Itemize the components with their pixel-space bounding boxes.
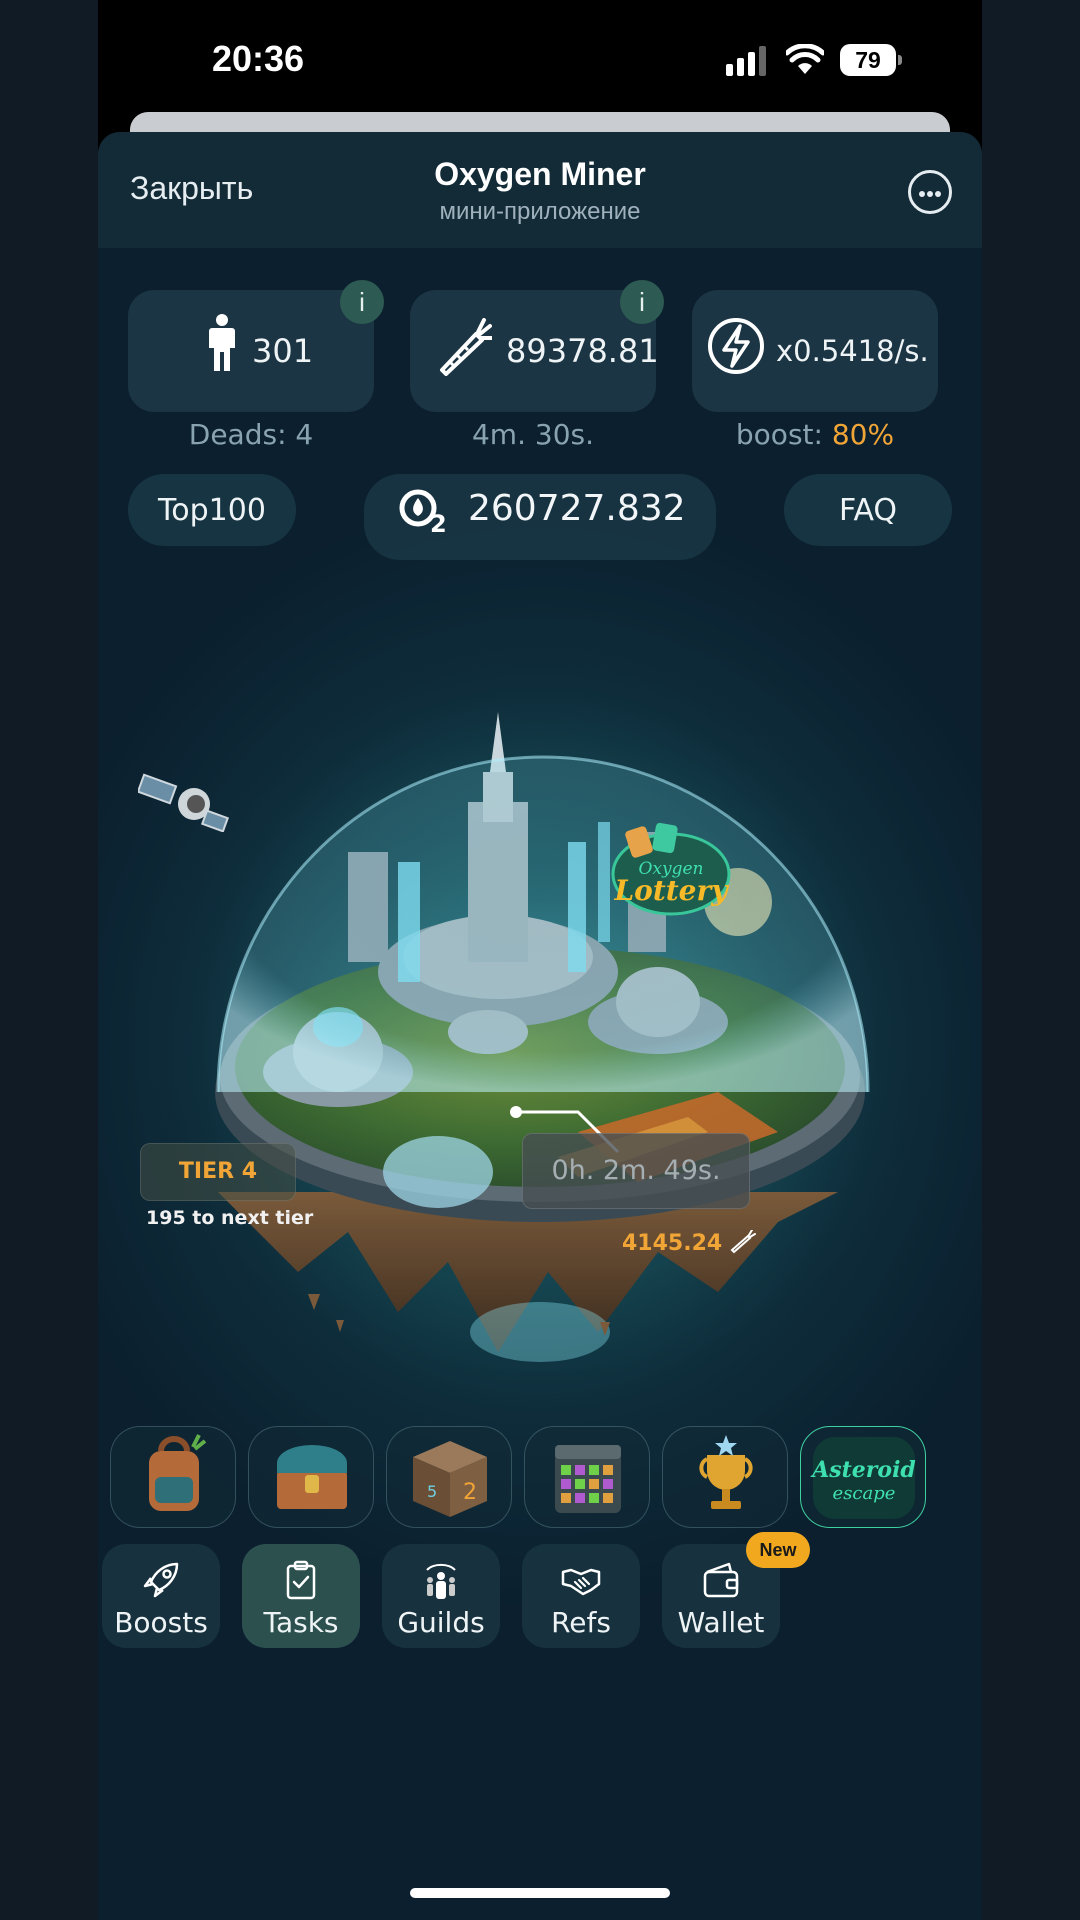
planet-scene[interactable] — [98, 572, 982, 1392]
svg-text:Lottery: Lottery — [613, 874, 729, 907]
feature-calendar-button[interactable] — [524, 1426, 650, 1528]
carrot-timer-caption: 4m. 30s. — [471, 418, 594, 451]
calendar-icon — [555, 1445, 621, 1513]
oxygen-balance-value: 260727.832 — [468, 488, 686, 529]
phone-screen: 20:36 79 Закрыть Oxygen Miner мини-прило… — [98, 0, 982, 1920]
next-tier-caption: 195 to next tier — [146, 1207, 314, 1229]
cellular-signal-icon — [726, 46, 766, 76]
carrots-value: 89378.81 — [506, 332, 659, 370]
trophy-icon — [699, 1435, 753, 1509]
battery-tip — [898, 55, 902, 65]
wifi-icon — [786, 44, 824, 74]
tier-label[interactable]: TIER 4 — [140, 1143, 296, 1201]
carrots-card[interactable]: 89378.81 i — [410, 280, 664, 412]
svg-text:2: 2 — [430, 510, 447, 536]
mini-app-header: Закрыть Oxygen Miner мини-приложение — [98, 132, 982, 248]
asteroid-escape-icon: Asteroid escape — [810, 1437, 916, 1519]
battery-level: 79 — [840, 44, 896, 76]
handshake-icon — [561, 1568, 601, 1596]
backpack-icon — [149, 1434, 207, 1511]
wallet-new-badge: New — [746, 1532, 810, 1568]
more-dot — [935, 191, 941, 197]
left-background — [0, 0, 98, 1920]
nav-boosts-label: Boosts — [114, 1606, 208, 1639]
harvest-reward-value: 4145.24 — [622, 1231, 723, 1256]
svg-text:escape: escape — [833, 1483, 896, 1504]
app-subtitle: мини-приложение — [439, 198, 641, 225]
status-bar: 20:36 79 — [98, 0, 982, 110]
status-time: 20:36 — [212, 38, 305, 79]
more-dot — [927, 191, 933, 197]
svg-text:Asteroid: Asteroid — [810, 1457, 916, 1483]
harvest-timer[interactable]: 0h. 2m. 49s. — [522, 1133, 750, 1209]
nav-tasks-button[interactable]: Tasks — [242, 1544, 360, 1648]
population-card[interactable]: 301 i — [128, 280, 384, 412]
feature-asteroid-escape-button[interactable]: Asteroid escape — [800, 1426, 926, 1528]
more-dot — [919, 191, 925, 197]
harvest-reward: 4145.24 — [622, 1229, 756, 1256]
nav-refs-button[interactable]: Refs — [522, 1544, 640, 1648]
faq-button[interactable]: FAQ — [784, 474, 952, 546]
nav-refs-label: Refs — [551, 1606, 611, 1639]
nav-guilds-button[interactable]: Guilds — [382, 1544, 500, 1648]
carrot-icon — [440, 318, 492, 376]
svg-text:5: 5 — [427, 1482, 437, 1501]
carrots-info-badge[interactable]: i — [620, 280, 664, 324]
svg-text:2: 2 — [463, 1480, 477, 1505]
treasure-chest-icon — [277, 1445, 347, 1509]
nav-guilds-label: Guilds — [397, 1606, 485, 1639]
battery-indicator: 79 — [840, 44, 902, 76]
clipboard-check-icon — [286, 1560, 316, 1600]
person-icon — [209, 314, 235, 371]
lightning-icon — [708, 318, 764, 374]
top100-button[interactable]: Top100 — [128, 474, 296, 546]
rate-value: x0.5418/s. — [776, 334, 929, 368]
oxygen-lottery-icon[interactable]: Oxygen Lottery — [606, 822, 736, 918]
nav-tasks-label: Tasks — [263, 1606, 339, 1639]
feature-backpack-button[interactable] — [110, 1426, 236, 1528]
deads-caption: Deads: 4 — [188, 418, 314, 451]
home-indicator[interactable] — [410, 1888, 670, 1898]
number-cube-icon: 5 2 — [413, 1441, 487, 1517]
guild-icon — [426, 1563, 456, 1599]
oxygen-balance: 2 260727.832 — [364, 474, 716, 560]
feature-cube-button[interactable]: 5 2 — [386, 1426, 512, 1528]
timer-connector-dot — [510, 1106, 522, 1118]
more-options-button[interactable] — [908, 170, 952, 214]
boost-caption: boost: 80% — [692, 418, 938, 451]
boost-percent: 80% — [831, 418, 895, 451]
o2-icon: 2 — [399, 489, 447, 536]
nav-wallet-label: Wallet — [677, 1606, 765, 1639]
rate-card[interactable]: x0.5418/s. — [692, 290, 938, 412]
population-value: 301 — [252, 332, 314, 370]
carrot-icon — [730, 1229, 756, 1254]
mini-app-sheet: Закрыть Oxygen Miner мини-приложение 301… — [98, 132, 982, 1920]
boost-label: boost: — [735, 418, 832, 451]
right-background — [982, 0, 1080, 1920]
satellite-icon[interactable] — [138, 772, 230, 832]
feature-trophy-button[interactable] — [662, 1426, 788, 1528]
app-title: Oxygen Miner — [434, 156, 646, 192]
nav-boosts-button[interactable]: Boosts — [102, 1544, 220, 1648]
population-info-badge[interactable]: i — [340, 280, 384, 324]
planet-core-glow — [470, 1302, 610, 1362]
wallet-icon — [703, 1562, 739, 1598]
feature-chest-button[interactable] — [248, 1426, 374, 1528]
rocket-icon — [143, 1562, 179, 1598]
